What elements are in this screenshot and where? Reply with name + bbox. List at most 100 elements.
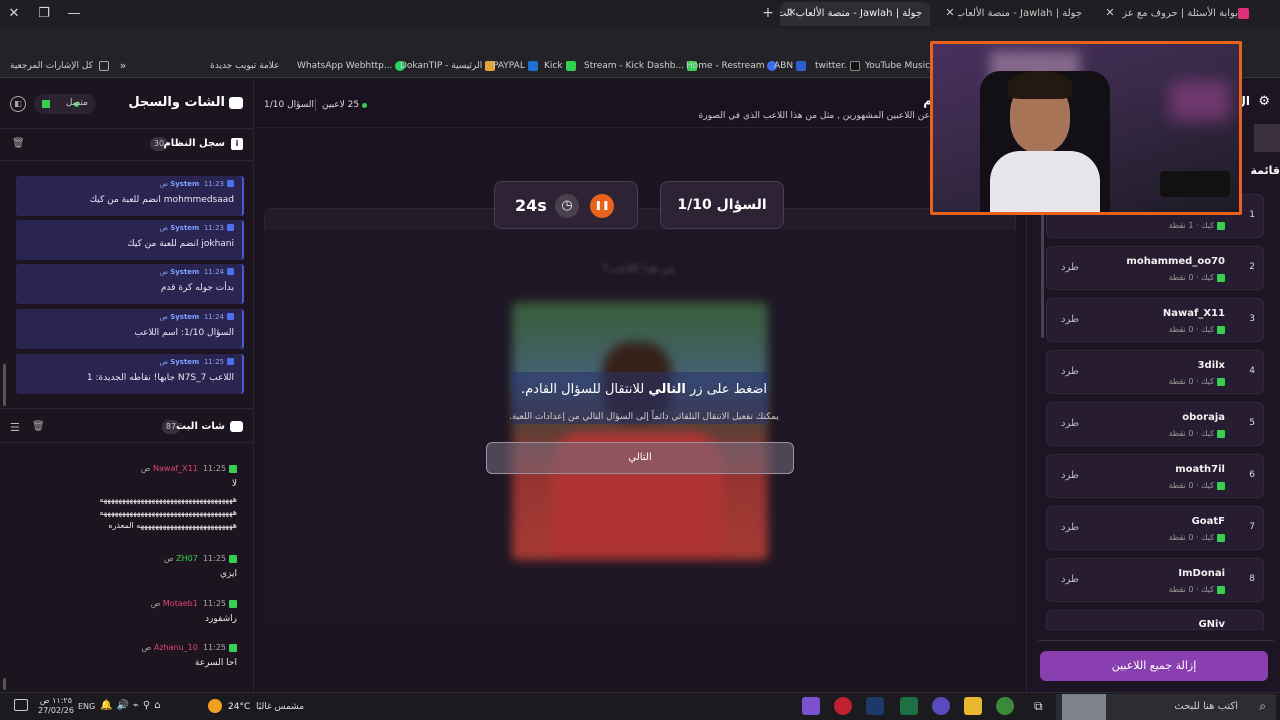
- bookmark-restream[interactable]: Home - Restream: [686, 58, 778, 74]
- player-rank: 8: [1249, 574, 1255, 584]
- chevron-left-icon[interactable]: »: [116, 59, 130, 73]
- tab-close-icon[interactable]: ✕: [1104, 7, 1116, 19]
- player-row: 6 moath7il كيك · 0 نقطة طرد: [1046, 454, 1264, 498]
- chat-message: ZH07 11:25 ص ايزي: [9, 554, 237, 579]
- bookmark-label: كل الإشارات المرجعية: [10, 61, 93, 71]
- task-view-icon[interactable]: ⧉: [1034, 699, 1043, 714]
- prompt-text: للانتقال للسؤال القادم.: [520, 382, 649, 397]
- bookmark-all[interactable]: كل الإشارات المرجعية: [10, 58, 109, 74]
- kick-player-button[interactable]: طرد: [1061, 522, 1079, 533]
- trash-icon[interactable]: 🗑: [32, 421, 45, 432]
- tab-jawlah-1[interactable]: جولة | Jawlah - منصة الألعاب الت: [958, 2, 1090, 26]
- sender: System: [170, 268, 200, 276]
- player-name: oboraja: [1182, 412, 1225, 423]
- clock[interactable]: ١١:٢٥ ص 27/02/26: [38, 696, 74, 716]
- folder-icon[interactable]: [964, 697, 982, 715]
- kick-player-button[interactable]: طرد: [1061, 418, 1079, 429]
- language-indicator[interactable]: ENG: [78, 702, 95, 711]
- info-icon: i: [231, 138, 243, 150]
- remove-all-players-button[interactable]: إزالة جميع اللاعبين: [1040, 651, 1268, 681]
- align-icon[interactable]: ☰: [10, 421, 20, 434]
- scrollbar[interactable]: [3, 364, 6, 406]
- webcam-overlay: [930, 41, 1242, 215]
- chat-text: ههههههههههههههههههههههههههه المعذره: [108, 521, 238, 530]
- new-tab-icon[interactable]: +: [762, 6, 774, 20]
- paypal-icon: [527, 60, 538, 71]
- search-box[interactable]: اكتب هنا للبحث ⌕: [1056, 694, 1276, 720]
- chat-text: ههههههههههههههههههههههههههههههههههههه: [99, 495, 238, 504]
- trash-icon[interactable]: 🗑: [12, 138, 25, 149]
- scrollbar[interactable]: [1041, 202, 1044, 338]
- chat-text: احا السرعة: [194, 658, 237, 668]
- player-rank: 5: [1249, 418, 1255, 428]
- restore-window-icon[interactable]: ❐: [30, 4, 58, 24]
- message-text: jokhani انضم للعبة من كيك: [127, 239, 234, 249]
- kick-icon: [229, 599, 237, 608]
- game-subtitle: عن اللاعبين المشهورين , مثل من هذا اللاع…: [698, 111, 930, 121]
- weather-text: مشمس غالبًا: [256, 702, 305, 712]
- bookmark-label: PAYPAL: [493, 61, 525, 71]
- scrollbar[interactable]: [3, 678, 6, 690]
- player-points: كيك · 1 نقطة: [1168, 221, 1214, 230]
- bookmark-new-tab[interactable]: علامة تبويب جديدة: [210, 58, 280, 74]
- notifications-icon[interactable]: [14, 699, 28, 711]
- player-rank: 2: [1249, 262, 1255, 272]
- timer-value: 24s: [515, 196, 547, 215]
- kick-player-button[interactable]: طرد: [1061, 574, 1079, 585]
- tab-close-icon[interactable]: ✕: [944, 7, 956, 19]
- panel-tab[interactable]: [1254, 124, 1280, 152]
- message-text: بدأت جوله كرة قدم: [160, 283, 234, 293]
- tab-close-icon[interactable]: ✕: [786, 7, 798, 19]
- bookmark-dokantip[interactable]: DokanTIP - الرئيسية: [400, 58, 496, 74]
- kick-icon: [229, 643, 237, 652]
- tab-jawlah-active[interactable]: جولة | Jawlah - منصة الألعاب الت: [780, 2, 930, 26]
- player-points: كيك · 0 نقطة: [1168, 325, 1214, 334]
- prompt-bold: التالي: [648, 382, 686, 397]
- bookmark-abn[interactable]: ABN: [774, 58, 807, 74]
- app-icon[interactable]: [900, 697, 918, 715]
- kick-icon: [1217, 429, 1225, 438]
- app-icon[interactable]: [932, 697, 950, 715]
- tab-questions-portal[interactable]: بوابة الأسئلة | حروف مع عزيز: [1122, 2, 1246, 26]
- kick-icon: [1217, 273, 1225, 282]
- kick-icon: [1217, 325, 1225, 334]
- bookmark-whatsapp[interactable]: WhatsApp Webhttp...: [297, 58, 406, 74]
- player-points: كيك · 0 نقطة: [1168, 429, 1214, 438]
- kick-player-button[interactable]: طرد: [1061, 470, 1079, 481]
- steam-icon[interactable]: [866, 697, 884, 715]
- player-row: 7 GoatF كيك · 0 نقطة طرد: [1046, 506, 1264, 550]
- chrome-icon[interactable]: [996, 697, 1014, 715]
- collapse-panel-icon[interactable]: ◧: [10, 96, 26, 112]
- settings-icon[interactable]: ⚙: [1258, 94, 1270, 109]
- kick-player-button[interactable]: طرد: [1061, 314, 1079, 325]
- app-icon[interactable]: [802, 697, 820, 715]
- timer-box: ❚❚ ◷ 24s: [494, 181, 638, 229]
- chat-username: Azhanu_10: [153, 643, 198, 652]
- kick-player-button[interactable]: طرد: [1061, 366, 1079, 377]
- next-prompt: اضغط على زر التالي للانتقال للسؤال القاد…: [484, 382, 804, 397]
- bookmark-twitter[interactable]: twitter.: [815, 58, 860, 74]
- divider: [0, 128, 254, 129]
- player-row: GNiv: [1046, 610, 1264, 630]
- kick-player-button[interactable]: طرد: [1061, 262, 1079, 273]
- close-window-icon[interactable]: ✕: [0, 4, 28, 24]
- player-points: كيك · 0 نقطة: [1168, 377, 1214, 386]
- kick-icon: [1217, 221, 1225, 230]
- bookmark-kick-dashboard[interactable]: Stream - Kick Dashb...: [584, 58, 698, 74]
- sender: System: [170, 224, 200, 232]
- bookmark-paypal[interactable]: PAYPAL: [493, 58, 538, 74]
- pause-icon[interactable]: ❚❚: [590, 194, 614, 218]
- tab-label: جولة | Jawlah - منصة الألعاب الت: [780, 8, 922, 19]
- browser-tab-bar: ✕ ❐ — بوابة الأسئلة | حروف مع عزيز ✕ جول…: [0, 0, 1280, 28]
- chat-username: Nawaf_X11: [153, 464, 198, 473]
- app-icon[interactable]: [834, 697, 852, 715]
- system-tray-icons[interactable]: 🔔🔊⌁⚲⌂: [100, 700, 165, 711]
- clock-icon: ◷: [555, 194, 579, 218]
- chat-log-panel: ◧ متصل الشات والسجل 🗑 30 سجل النظام i Sy…: [0, 80, 254, 692]
- system-badge-icon: [227, 268, 234, 275]
- live-chat-title: شات البث: [176, 421, 225, 432]
- minimize-window-icon[interactable]: —: [60, 4, 88, 24]
- next-button[interactable]: التالي: [486, 442, 794, 474]
- kick-icon: [229, 464, 237, 473]
- bookmark-kick[interactable]: Kick: [544, 58, 576, 74]
